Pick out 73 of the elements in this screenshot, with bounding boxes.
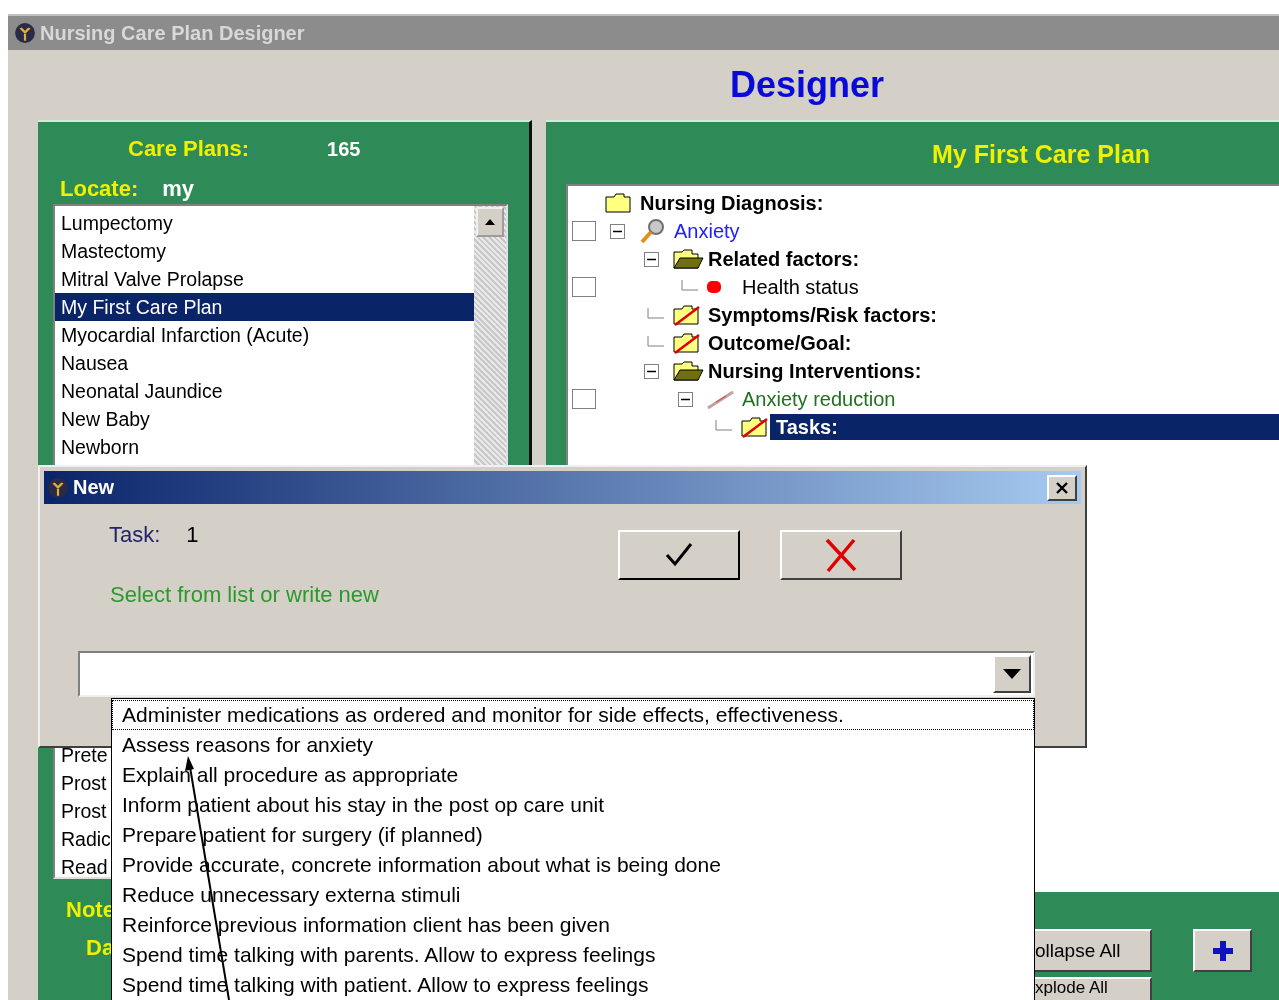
task-number: 1 <box>186 522 199 548</box>
care-plans-label: Care Plans: <box>128 136 250 162</box>
pen-icon <box>706 389 736 409</box>
instruction-text: Select from list or write new <box>109 581 380 608</box>
locate-field[interactable]: my <box>162 176 195 202</box>
tree-item[interactable]: Anxiety <box>674 218 746 244</box>
tree-item[interactable]: Health status <box>742 274 865 300</box>
care-plan-item[interactable]: Mastectomy <box>55 237 474 265</box>
care-plan-item[interactable]: Radic <box>55 825 111 853</box>
plus-icon <box>1210 938 1235 963</box>
dialog-title: New <box>73 476 115 499</box>
care-plans-count: 165 <box>327 137 361 161</box>
open-folder-icon <box>672 248 704 270</box>
ok-button[interactable] <box>618 530 740 580</box>
task-option[interactable]: Assess reasons for anxiety <box>112 730 1034 760</box>
close-button[interactable] <box>1047 474 1077 501</box>
care-plan-item[interactable]: Newborn <box>55 433 474 461</box>
check-icon <box>664 542 694 568</box>
expander-icon[interactable] <box>678 391 693 407</box>
crossed-folder-icon <box>672 304 700 326</box>
caret-icon <box>1002 668 1022 680</box>
care-plan-item[interactable]: Read <box>55 853 111 881</box>
crossed-folder-icon <box>672 332 700 354</box>
open-folder-icon <box>672 360 704 382</box>
crossed-folder-icon <box>740 416 768 438</box>
checkbox[interactable] <box>572 277 596 297</box>
scroll-up-button[interactable] <box>476 207 504 237</box>
care-plan-item[interactable]: Nausea <box>55 349 474 377</box>
task-option[interactable]: Administer medications as ordered and monitor for side effects, effectiveness. <box>112 700 1034 730</box>
folder-icon <box>604 192 632 214</box>
task-option[interactable]: Prepare patient for surgery (if planned) <box>112 820 1034 850</box>
task-option[interactable]: Explain all procedure as appropriate <box>112 760 1034 790</box>
checkbox[interactable] <box>572 389 596 409</box>
checkbox[interactable] <box>572 221 596 241</box>
tree-item[interactable]: Related factors: <box>708 246 866 272</box>
expander-icon[interactable] <box>610 223 625 239</box>
magnifier-icon <box>638 218 666 244</box>
tree-line <box>712 420 732 434</box>
expander-icon[interactable] <box>644 251 659 267</box>
tree-item[interactable]: Nursing Interventions: <box>708 358 928 384</box>
locate-label: Locate: <box>60 176 139 202</box>
care-plan-item[interactable]: New Baby <box>55 405 474 433</box>
care-plan-item[interactable]: My First Care Plan <box>55 293 474 321</box>
plan-title: My First Care Plan <box>931 139 1152 170</box>
close-icon <box>1055 480 1069 495</box>
tree-line <box>644 336 664 350</box>
task-option[interactable]: Reinforce previous information client has been given <box>112 910 1034 940</box>
expander-icon[interactable] <box>644 363 659 379</box>
up-arrow-icon <box>484 218 496 226</box>
care-plan-item[interactable]: Neonatal Jaundice <box>55 377 474 405</box>
add-button[interactable] <box>1193 929 1252 972</box>
app-icon <box>47 476 69 499</box>
page-heading: Designer <box>730 64 885 106</box>
care-plan-item[interactable]: Mitral Valve Prolapse <box>55 265 474 293</box>
bullet-icon <box>706 280 722 294</box>
tree-item[interactable]: Anxiety reduction <box>742 386 902 412</box>
cross-icon <box>823 537 859 573</box>
task-label: Task: <box>109 522 161 548</box>
care-plan-item[interactable]: Lumpectomy <box>55 209 474 237</box>
app-icon <box>14 22 36 44</box>
window-title: Nursing Care Plan Designer <box>40 21 305 45</box>
dropdown-button[interactable] <box>993 655 1031 693</box>
tree-item[interactable]: Tasks: <box>770 414 1279 440</box>
task-combo-box[interactable] <box>78 651 1035 697</box>
tree-item[interactable]: Outcome/Goal: <box>708 330 858 356</box>
tree-item[interactable]: Symptoms/Risk factors: <box>708 302 943 328</box>
care-plan-item[interactable]: Prost <box>55 797 111 825</box>
tree-item[interactable]: Nursing Diagnosis: <box>640 190 830 216</box>
tree-line <box>678 280 698 294</box>
cancel-button[interactable] <box>780 530 902 580</box>
care-plan-item[interactable]: Prost <box>55 769 111 797</box>
care-plan-item[interactable]: Myocardial Infarction (Acute) <box>55 321 474 349</box>
tree-line <box>644 308 664 322</box>
